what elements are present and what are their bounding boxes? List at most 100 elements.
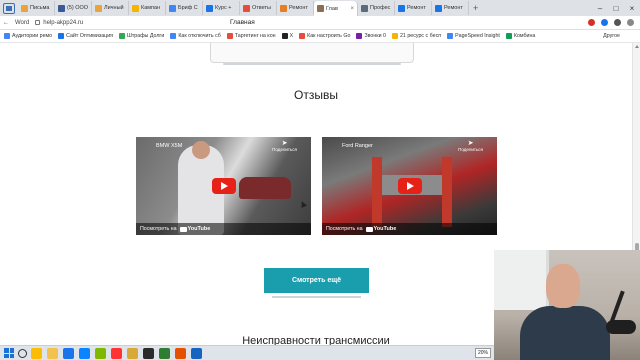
tab-favicon-icon (206, 4, 213, 12)
bookmark-label: Аудитории ремо (12, 33, 53, 39)
tab-favicon-icon (243, 4, 250, 12)
edge-icon[interactable] (79, 347, 90, 359)
tab-label: Профес (370, 5, 391, 11)
bookmark-label: 21 ресурс с бесп (399, 33, 442, 39)
maximize-icon[interactable]: □ (608, 0, 624, 16)
tab-label: Письма (30, 5, 50, 11)
tray-badge: 20% (475, 348, 492, 358)
tab-label: Бриф С (178, 5, 198, 11)
presenter-head (546, 264, 580, 308)
browser-tab[interactable]: Глав × (314, 1, 358, 16)
webcam-overlay (494, 250, 640, 360)
terminal-icon[interactable] (143, 347, 154, 359)
browser-tab[interactable]: Кампан (129, 1, 166, 15)
bookmark-icon (505, 33, 512, 39)
bookmarks-other[interactable]: Другое (603, 33, 640, 39)
tab-label: Курс + (215, 5, 232, 11)
bookmark-label: Таргетинг на кон (234, 33, 276, 39)
bookmark-item[interactable]: Комбина (505, 33, 536, 39)
video-ford[interactable]: Ford Ranger ➤ Поделиться Посмотреть на Y… (322, 137, 497, 235)
bookmark-label: X (289, 33, 294, 39)
top-card (210, 43, 414, 65)
browser-logo-icon[interactable] (0, 0, 18, 16)
app-l2-icon[interactable] (191, 347, 202, 359)
share-button[interactable]: ➤ Поделиться (458, 140, 483, 153)
play-icon[interactable] (211, 178, 236, 194)
watch-on-youtube[interactable]: Посмотреть на YouTube (322, 223, 497, 235)
youtube-logo: YouTube (179, 226, 211, 232)
watch-label: Посмотреть на (140, 226, 177, 232)
tab-label: (5) ООО (67, 5, 89, 11)
bookmark-icon (170, 33, 177, 39)
show-more-button[interactable]: Смотреть ещё (264, 268, 369, 298)
word-button[interactable]: Word (12, 20, 32, 26)
scroll-up-icon[interactable] (635, 45, 639, 48)
chrome-icon[interactable] (31, 347, 42, 359)
tab-favicon-icon (361, 4, 368, 12)
yandex-icon[interactable] (111, 347, 122, 359)
bookmark-label: Комбина (513, 33, 536, 39)
bookmark-icon (281, 33, 288, 39)
menu-icon[interactable] (627, 19, 634, 26)
video-bmw[interactable]: BMW X5M ➤ Поделиться Посмотреть на YouTu… (136, 137, 311, 235)
browser-tab[interactable]: Профес (358, 1, 395, 15)
address-bar[interactable]: help-akpp24.ru (35, 20, 155, 26)
bookmark-item[interactable]: Звонки 0 (356, 33, 386, 39)
bookmark-item[interactable]: Сайт Оптимизация (58, 33, 113, 39)
browser-tab[interactable]: Личный (92, 1, 129, 15)
bookmark-icon (58, 33, 65, 39)
folder-icon[interactable] (127, 347, 138, 359)
tab-favicon-icon (398, 4, 405, 12)
watch-on-youtube[interactable]: Посмотреть на YouTube (136, 223, 311, 235)
browser-tab[interactable]: Бриф С (166, 1, 203, 15)
bookmark-item[interactable]: Как настроить Go (299, 33, 350, 39)
windows-start-icon[interactable] (4, 348, 14, 358)
search-icon[interactable] (18, 348, 27, 358)
photos-icon[interactable] (95, 347, 106, 359)
browser-tab[interactable]: Ответы (240, 1, 277, 15)
bookmark-item[interactable]: X (281, 33, 294, 39)
star-icon[interactable] (614, 19, 621, 26)
bookmark-icon (119, 33, 126, 39)
bookmark-icon (447, 33, 454, 39)
new-tab-button[interactable]: + (469, 3, 482, 13)
tab-favicon-icon (132, 4, 139, 12)
browser-tab[interactable]: Курс + (203, 1, 240, 15)
tab-favicon-icon (169, 4, 176, 12)
back-button[interactable]: ← (0, 20, 12, 26)
tab-favicon-icon (58, 4, 65, 12)
app-c-icon[interactable] (175, 347, 186, 359)
bookmark-item[interactable]: Как отключить сб (170, 33, 221, 39)
browser-tab[interactable]: Письма (18, 1, 55, 15)
tab-label: Ремонт (444, 5, 463, 11)
tab-label: Глав (326, 5, 338, 12)
browser-tab[interactable]: Ремонт (432, 1, 469, 15)
bookmark-item[interactable]: PageSpeed Insight (447, 33, 500, 39)
bookmark-label: PageSpeed Insight (455, 33, 500, 39)
youtube-label: YouTube (187, 226, 211, 232)
minimize-icon[interactable]: – (592, 0, 608, 16)
share-button[interactable]: ➤ Поделиться (272, 140, 297, 153)
extension-icon[interactable] (588, 19, 595, 26)
browser-tab[interactable]: Ремонт (277, 1, 314, 15)
close-tab-icon[interactable]: × (350, 6, 354, 12)
play-icon[interactable] (397, 178, 422, 194)
window-controls: – □ × (592, 0, 640, 16)
tab-favicon-icon (435, 4, 442, 12)
bookmark-item[interactable]: Аудитории ремо (4, 33, 52, 39)
bookmark-item[interactable]: Штрафы Долги (119, 33, 164, 39)
bookmark-item[interactable]: Таргетинг на кон (226, 33, 276, 39)
browser-toolbar: ← Word help-akpp24.ru Главная (0, 16, 640, 30)
extension-icon[interactable] (601, 19, 608, 26)
url-text: help-akpp24.ru (43, 19, 84, 26)
app-l-icon[interactable] (63, 347, 74, 359)
browser-tab[interactable]: (5) ООО (55, 1, 92, 15)
tab-label: Личный (104, 5, 124, 11)
explorer-icon[interactable] (47, 347, 58, 359)
browser-tab[interactable]: Ремонт (395, 1, 432, 15)
tab-favicon-icon (95, 4, 102, 12)
bookmark-label: Как отключить сб (178, 33, 221, 39)
close-window-icon[interactable]: × (624, 0, 640, 16)
camtasia-icon[interactable] (159, 347, 170, 359)
bookmark-item[interactable]: 21 ресурс с бесп (391, 33, 442, 39)
